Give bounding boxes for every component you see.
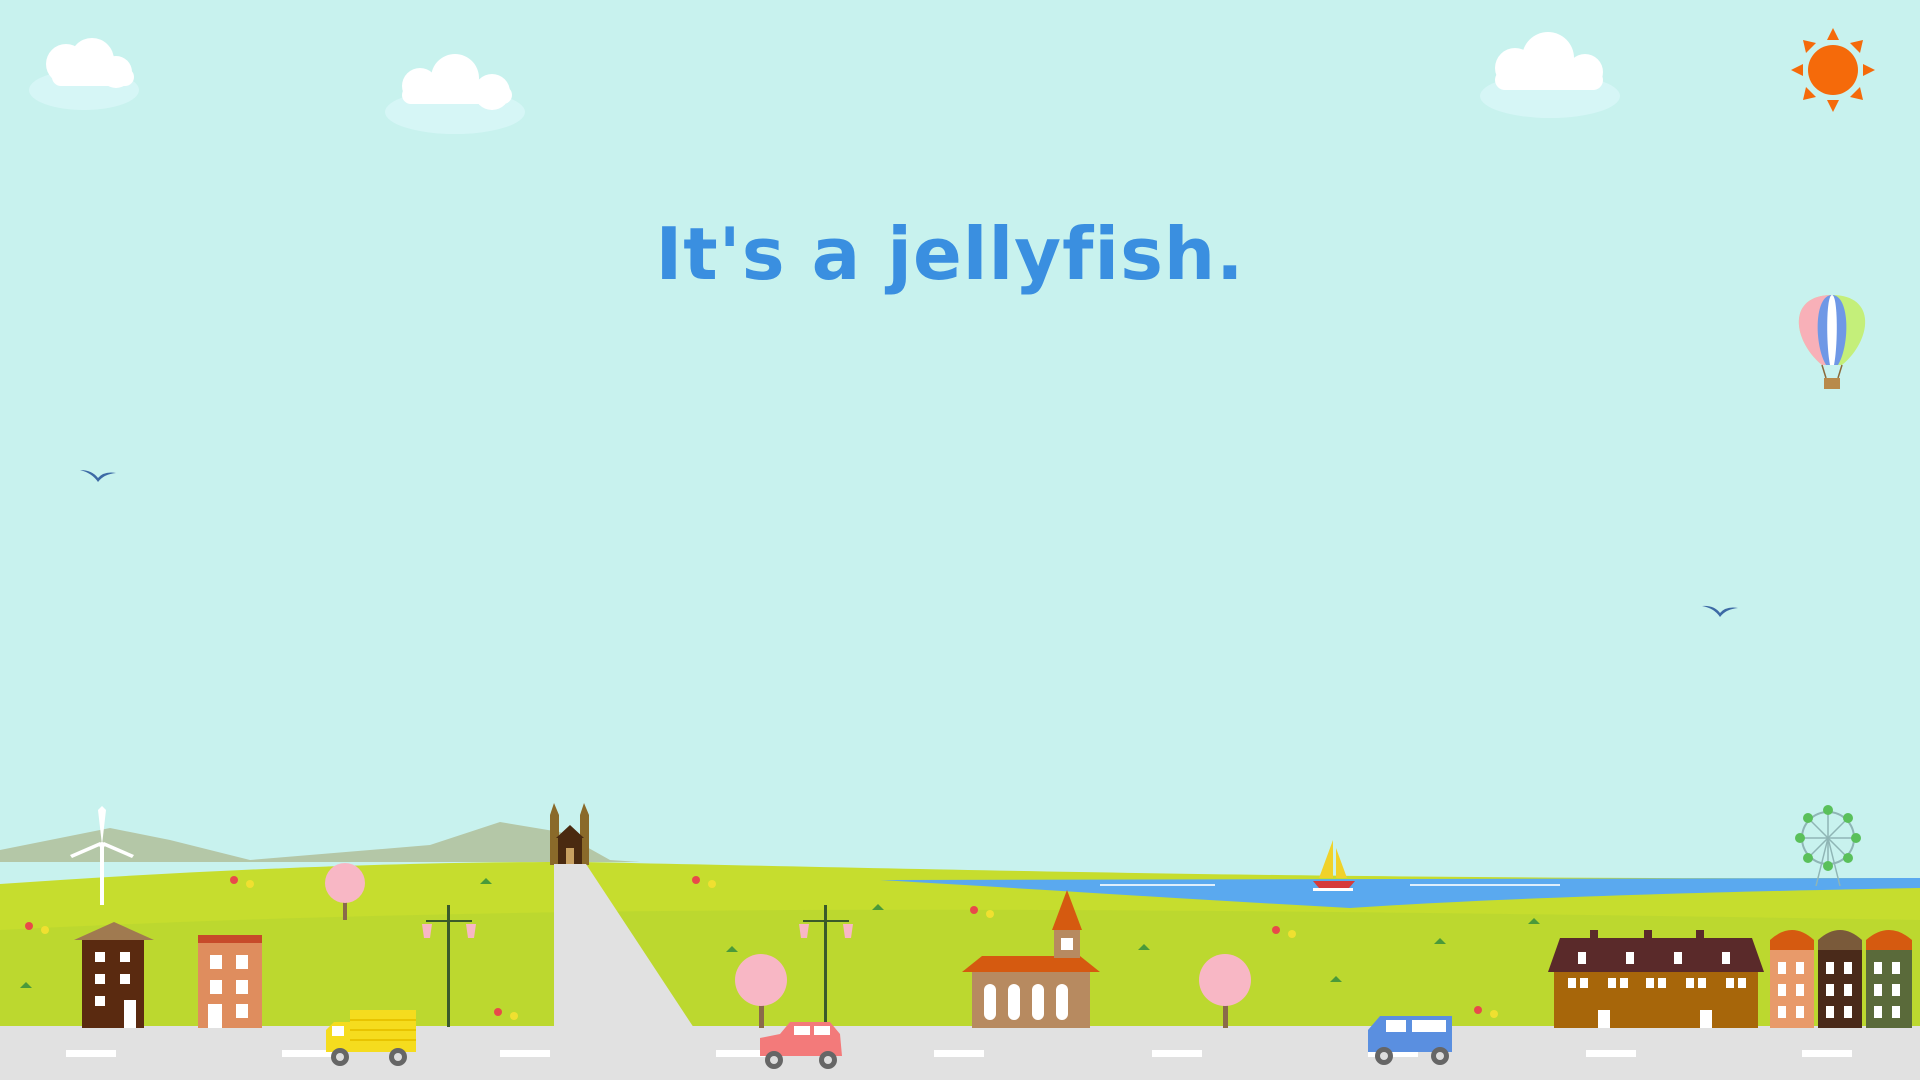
- ferris-wheel-icon: [1795, 805, 1861, 887]
- cloud-icon: [385, 54, 525, 134]
- sailboat-icon: [1313, 840, 1355, 891]
- cloud-icon: [1480, 32, 1620, 118]
- house-icon: [74, 922, 154, 1028]
- house-icon: [1866, 930, 1912, 1028]
- castle-icon: [550, 803, 589, 865]
- house-icon: [1770, 930, 1814, 1028]
- slide-headline: It's a jellyfish.: [655, 212, 1245, 296]
- hot-air-balloon-icon: [1798, 295, 1866, 389]
- house-icon: [198, 935, 262, 1028]
- house-icon: [1818, 930, 1862, 1028]
- slide-canvas: It's a jellyfish.: [0, 0, 1920, 1080]
- landscape-illustration: [0, 28, 1920, 1080]
- bird-icon: [1702, 605, 1738, 617]
- cloud-icon: [29, 38, 139, 110]
- bird-icon: [80, 470, 116, 482]
- hills: [0, 822, 640, 862]
- sun-icon: [1791, 28, 1875, 112]
- house-icon: [1548, 930, 1764, 1028]
